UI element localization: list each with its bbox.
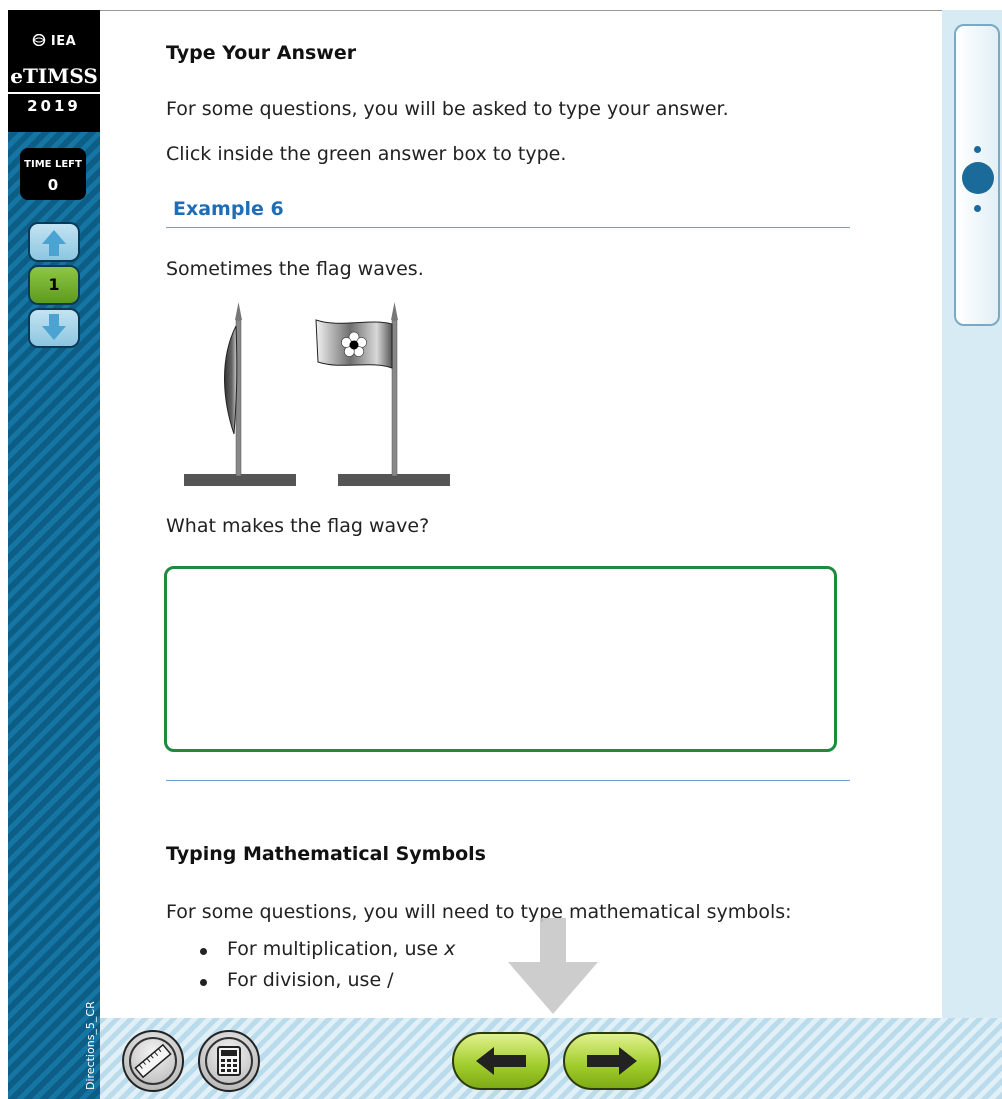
pole-right <box>391 319 398 477</box>
pole-right-tip <box>391 302 398 320</box>
screen-id-label: Directions_5_CR <box>84 1001 97 1090</box>
example-text: Sometimes the flag waves. <box>166 258 424 280</box>
globe-icon <box>32 33 46 47</box>
example-divider-top <box>166 227 850 228</box>
flag-hanging <box>224 325 238 435</box>
etimss-logo: IEA eTIMSS 2019 <box>8 10 100 132</box>
calculator-icon <box>217 1046 241 1076</box>
example-divider-bottom <box>166 780 850 781</box>
scroll-down-hint-icon <box>508 918 598 1014</box>
question-text: What makes the flag wave? <box>166 515 430 537</box>
next-item-button[interactable] <box>28 308 80 348</box>
scrollbar-thumb[interactable] <box>962 162 994 194</box>
next-button[interactable] <box>563 1032 661 1090</box>
list-item: For division, use / <box>200 969 455 1000</box>
pole-left-tip <box>235 302 242 320</box>
time-left-box: TIME LEFT 0 <box>20 148 86 200</box>
scroll-dot-top <box>974 146 981 153</box>
answer-input[interactable] <box>164 566 837 752</box>
flag-illustration <box>184 302 450 486</box>
intro-text-2: Click inside the green answer box to typ… <box>166 143 567 165</box>
sidebar: IEA eTIMSS 2019 TIME LEFT 0 1 Directions… <box>8 10 100 1099</box>
page-title: Type Your Answer <box>166 42 357 64</box>
bullet-icon <box>200 948 207 955</box>
logo-year: 2019 <box>27 97 81 115</box>
up-arrow-icon <box>42 230 66 256</box>
top-border <box>100 10 942 11</box>
calculator-button[interactable] <box>198 1030 260 1092</box>
intro-text-1: For some questions, you will be asked to… <box>166 98 729 120</box>
time-left-label: TIME LEFT <box>24 159 82 170</box>
ruler-button[interactable] <box>122 1030 184 1092</box>
section-intro: For some questions, you will need to typ… <box>166 901 792 923</box>
back-arrow-icon <box>476 1047 526 1075</box>
section-heading: Typing Mathematical Symbols <box>166 843 486 865</box>
list-item: For multiplication, use x <box>200 938 455 969</box>
logo-org: IEA <box>50 34 77 49</box>
back-button[interactable] <box>452 1032 550 1090</box>
scroll-dot-bottom <box>974 205 981 212</box>
ruler-icon <box>134 1043 172 1079</box>
example-heading: Example 6 <box>173 198 284 220</box>
current-item-button[interactable]: 1 <box>28 265 80 305</box>
down-arrow-icon <box>42 314 66 340</box>
symbol-list: For multiplication, use x For division, … <box>200 938 455 1000</box>
bullet-icon <box>200 979 207 986</box>
logo-brand: eTIMSS <box>10 64 98 88</box>
logo-divider <box>8 92 100 94</box>
previous-item-button[interactable] <box>28 222 80 262</box>
app-window: IEA eTIMSS 2019 TIME LEFT 0 1 Directions… <box>0 0 1002 1099</box>
next-arrow-icon <box>587 1047 637 1075</box>
time-left-value: 0 <box>47 176 59 194</box>
